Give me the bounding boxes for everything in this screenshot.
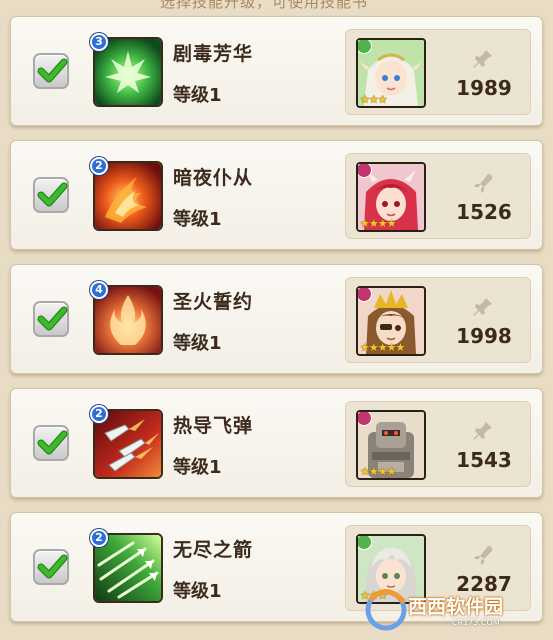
- hero-portrait[interactable]: ★★★★: [356, 162, 426, 232]
- skill-name: 无尽之箭: [173, 539, 254, 561]
- skill-name: 圣火誓约: [173, 291, 254, 313]
- select-checkbox[interactable]: [33, 549, 69, 585]
- hero-stars: ★★★★★: [360, 341, 405, 354]
- combat-power-value: 1989: [456, 76, 512, 100]
- skill-tier-badge: 4: [90, 281, 108, 299]
- hero-assignment[interactable]: ★★★★★ 1998: [345, 277, 531, 363]
- skill-level: 等级1: [173, 333, 222, 354]
- skill-card[interactable]: 4 圣火誓约 等级1 ★★★★★ 1998: [10, 264, 543, 374]
- hero-assignment[interactable]: ★★★★ 1526: [345, 153, 531, 239]
- watermark-logo: 西西软件园 CR173.COM: [362, 586, 552, 636]
- combat-power-value: 1998: [456, 324, 512, 348]
- pin-icon: [473, 422, 492, 440]
- checkmark-icon: [37, 430, 68, 455]
- top-hint-text-partial: 选择技能升级，可使用技能书: [160, 0, 369, 10]
- skill-level: 等级1: [173, 457, 222, 478]
- watermark-icon: [365, 589, 407, 631]
- checkmark-icon: [37, 554, 68, 579]
- skill-tier-badge: 2: [90, 529, 108, 547]
- hero-assignment[interactable]: ★★★★ 1543: [345, 401, 531, 487]
- skill-name: 暗夜仆从: [173, 167, 254, 189]
- dark-element-icon: [358, 288, 372, 302]
- dark-element-icon: [358, 412, 372, 426]
- skill-card[interactable]: 2 热导飞弹 等级1 ★★★★ 1543: [10, 388, 543, 498]
- combat-power-value: 1543: [456, 448, 512, 472]
- nature-element-icon: [358, 40, 372, 54]
- combat-power-value: 1526: [456, 200, 512, 224]
- skill-tier-badge: 2: [90, 157, 108, 175]
- hero-portrait[interactable]: ★★★★★: [356, 286, 426, 356]
- checkmark-icon: [37, 58, 68, 83]
- watermark-site: CR173.COM: [452, 618, 500, 627]
- skill-level: 等级1: [173, 85, 222, 106]
- hero-stars: ★★★★: [360, 465, 396, 478]
- pin-icon: [473, 298, 492, 316]
- skill-name: 热导飞弹: [173, 415, 254, 437]
- select-checkbox[interactable]: [33, 53, 69, 89]
- select-checkbox[interactable]: [33, 425, 69, 461]
- rocket-icon: [474, 546, 493, 565]
- checkmark-icon: [37, 182, 68, 207]
- skill-card[interactable]: 3 剧毒芳华 等级1 ★★★ 1989: [10, 16, 543, 126]
- watermark-text: 西西软件园: [408, 596, 504, 618]
- rocket-icon: [474, 174, 493, 193]
- skill-level: 等级1: [173, 581, 222, 602]
- hero-portrait[interactable]: ★★★: [356, 38, 426, 108]
- select-checkbox[interactable]: [33, 177, 69, 213]
- skill-card[interactable]: 2 暗夜仆从 等级1 ★★★★ 1526: [10, 140, 543, 250]
- pin-icon: [473, 50, 492, 68]
- hero-stars: ★★★: [360, 93, 388, 106]
- skill-tier-badge: 3: [90, 33, 108, 51]
- hero-stars: ★★★★: [360, 217, 396, 230]
- skill-level: 等级1: [173, 209, 222, 230]
- hero-assignment[interactable]: ★★★ 1989: [345, 29, 531, 115]
- dark-element-icon: [358, 164, 372, 178]
- hero-portrait[interactable]: ★★★★: [356, 410, 426, 480]
- nature-element-icon: [358, 536, 372, 550]
- checkmark-icon: [37, 306, 68, 331]
- skill-name: 剧毒芳华: [173, 43, 254, 65]
- skill-tier-badge: 2: [90, 405, 108, 423]
- select-checkbox[interactable]: [33, 301, 69, 337]
